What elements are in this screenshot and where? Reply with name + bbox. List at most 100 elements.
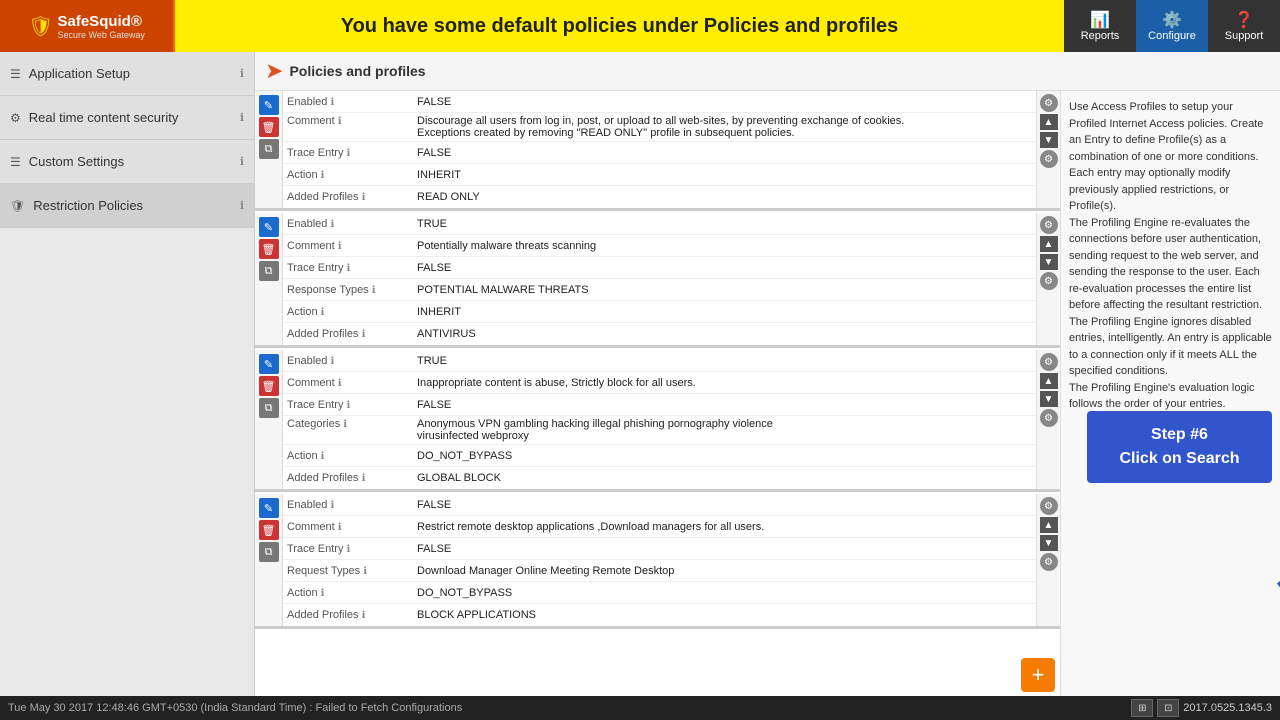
field-value: INHERIT bbox=[417, 169, 461, 181]
nav-support[interactable]: ❓ Support bbox=[1208, 0, 1280, 52]
field-value: Restrict remote desktop applications ,Do… bbox=[417, 521, 764, 533]
sidebar-item-realtime-content[interactable]: ⚙ Real time content security ℹ bbox=[0, 96, 254, 140]
main: ☰ Application Setup ℹ ⚙ Real time conten… bbox=[0, 52, 1280, 696]
field-value: GLOBAL BLOCK bbox=[417, 472, 501, 484]
field-label: Enabled ℹ bbox=[287, 218, 417, 230]
header: 🛡 SafeSquid® Secure Web Gateway You have… bbox=[0, 0, 1280, 52]
field-label: Comment ℹ bbox=[287, 521, 417, 533]
up-btn-3[interactable]: ▲ bbox=[1040, 373, 1058, 389]
field-label: Added Profiles ℹ bbox=[287, 191, 417, 203]
down-btn-3[interactable]: ▼ bbox=[1040, 391, 1058, 407]
policy-row: Added Profiles ℹ GLOBAL BLOCK bbox=[283, 467, 1036, 489]
delete-button-1[interactable]: 🗑 bbox=[259, 117, 279, 137]
configure-icon: ⚙️ bbox=[1162, 10, 1182, 30]
down-btn-2[interactable]: ▼ bbox=[1040, 254, 1058, 270]
policy-row: Request Types ℹ Download Manager Online … bbox=[283, 560, 1036, 582]
policy-4-controls: ⚙ ▲ ▼ ⚙ bbox=[1036, 494, 1060, 626]
field-value: INHERIT bbox=[417, 306, 461, 318]
statusbar: Tue May 30 2017 12:48:46 GMT+0530 (India… bbox=[0, 696, 1280, 720]
policy-1-controls: ⚙ ▲ ▼ ⚙ bbox=[1036, 91, 1060, 208]
realtime-icon: ⚙ bbox=[10, 111, 21, 125]
restriction-policies-icon: 🛡 bbox=[10, 199, 25, 213]
statusbar-message: Tue May 30 2017 12:48:46 GMT+0530 (India… bbox=[8, 702, 462, 714]
field-label: Trace Entry ℹ bbox=[287, 147, 417, 159]
field-label: Action ℹ bbox=[287, 306, 417, 318]
policy-row: Trace Entry ℹ FALSE bbox=[283, 394, 1036, 416]
policy-row: Categories ℹ Anonymous VPN gambling hack… bbox=[283, 416, 1036, 445]
sidebar-item-restriction-policies[interactable]: 🛡 Restriction Policies ℹ bbox=[0, 184, 254, 228]
gear-btn-2b[interactable]: ⚙ bbox=[1040, 272, 1058, 290]
gear-btn-1[interactable]: ⚙ bbox=[1040, 94, 1058, 112]
field-label: Comment ℹ bbox=[287, 240, 417, 252]
sidebar-item-custom-settings[interactable]: ☰ Custom Settings ℹ bbox=[0, 140, 254, 184]
up-btn-1[interactable]: ▲ bbox=[1040, 114, 1058, 130]
gear-btn-3[interactable]: ⚙ bbox=[1040, 353, 1058, 371]
field-value: Discourage all users from log in, post, … bbox=[417, 115, 904, 139]
field-label: Categories ℹ bbox=[287, 418, 417, 430]
support-icon: ❓ bbox=[1234, 10, 1254, 30]
copy-button-1[interactable]: ⧉ bbox=[259, 139, 279, 159]
gear-btn-3b[interactable]: ⚙ bbox=[1040, 409, 1058, 427]
policy-2-actions: ✎ 🗑 ⧉ bbox=[255, 213, 283, 345]
policy-row: Trace Entry ℹ FALSE bbox=[283, 257, 1036, 279]
nav-configure[interactable]: ⚙️ Configure bbox=[1136, 0, 1208, 52]
gear-btn-2[interactable]: ⚙ bbox=[1040, 216, 1058, 234]
down-btn-4[interactable]: ▼ bbox=[1040, 535, 1058, 551]
content-area: ➤ Policies and profiles ✎ 🗑 ⧉ Enabled ℹ bbox=[255, 52, 1280, 696]
gear-btn-4[interactable]: ⚙ bbox=[1040, 497, 1058, 515]
policy-row: Added Profiles ℹ ANTIVIRUS bbox=[283, 323, 1036, 345]
up-btn-4[interactable]: ▲ bbox=[1040, 517, 1058, 533]
delete-button-2[interactable]: 🗑 bbox=[259, 239, 279, 259]
field-value: BLOCK APPLICATIONS bbox=[417, 609, 536, 621]
copy-button-3[interactable]: ⧉ bbox=[259, 398, 279, 418]
logo-name: SafeSquid® bbox=[58, 13, 145, 30]
field-value: Inappropriate content is abuse, Strictly… bbox=[417, 377, 696, 389]
field-value: FALSE bbox=[417, 499, 451, 511]
policies-list: ✎ 🗑 ⧉ Enabled ℹ FALSE Comment ℹ Discoura… bbox=[255, 91, 1060, 696]
statusbar-icon-2[interactable]: ⊡ bbox=[1157, 699, 1179, 717]
policy-row: Enabled ℹ TRUE bbox=[283, 213, 1036, 235]
policy-1-fields: Enabled ℹ FALSE Comment ℹ Discourage all… bbox=[283, 91, 1036, 208]
field-value: ANTIVIRUS bbox=[417, 328, 476, 340]
delete-button-3[interactable]: 🗑 bbox=[259, 376, 279, 396]
policy-row: Response Types ℹ POTENTIAL MALWARE THREA… bbox=[283, 279, 1036, 301]
field-value: Anonymous VPN gambling hacking illegal p… bbox=[417, 418, 773, 442]
field-value: FALSE bbox=[417, 543, 451, 555]
gear-btn-1b[interactable]: ⚙ bbox=[1040, 150, 1058, 168]
statusbar-icon-1[interactable]: ⊞ bbox=[1131, 699, 1153, 717]
field-value: TRUE bbox=[417, 218, 447, 230]
field-label: Response Types ℹ bbox=[287, 284, 417, 296]
field-value: DO_NOT_BYPASS bbox=[417, 450, 512, 462]
policy-2-controls: ⚙ ▲ ▼ ⚙ bbox=[1036, 213, 1060, 345]
logo-subtitle: Secure Web Gateway bbox=[58, 30, 145, 40]
realtime-help-icon: ℹ bbox=[240, 111, 244, 124]
gear-btn-4b[interactable]: ⚙ bbox=[1040, 553, 1058, 571]
edit-button-2[interactable]: ✎ bbox=[259, 217, 279, 237]
custom-settings-help-icon: ℹ bbox=[240, 155, 244, 168]
down-btn-1[interactable]: ▼ bbox=[1040, 132, 1058, 148]
edit-button-3[interactable]: ✎ bbox=[259, 354, 279, 374]
add-policy-button[interactable]: + bbox=[1021, 658, 1055, 692]
sidebar: ☰ Application Setup ℹ ⚙ Real time conten… bbox=[0, 52, 255, 696]
policy-row: Enabled ℹ FALSE bbox=[283, 494, 1036, 516]
nav-reports[interactable]: 📊 Reports bbox=[1064, 0, 1136, 52]
field-value: TRUE bbox=[417, 355, 447, 367]
policy-row: Enabled ℹ TRUE bbox=[283, 350, 1036, 372]
field-value: FALSE bbox=[417, 262, 451, 274]
up-btn-2[interactable]: ▲ bbox=[1040, 236, 1058, 252]
right-panel-text-4: The Profiling Engine's evaluation logic … bbox=[1069, 380, 1272, 413]
delete-button-4[interactable]: 🗑 bbox=[259, 520, 279, 540]
sidebar-label-realtime: Real time content security bbox=[29, 110, 240, 125]
field-value: POTENTIAL MALWARE THREATS bbox=[417, 284, 589, 296]
edit-button-1[interactable]: ✎ bbox=[259, 95, 279, 115]
copy-button-2[interactable]: ⧉ bbox=[259, 261, 279, 281]
sidebar-label-custom-settings: Custom Settings bbox=[29, 154, 240, 169]
sidebar-item-application-setup[interactable]: ☰ Application Setup ℹ bbox=[0, 52, 254, 96]
copy-button-4[interactable]: ⧉ bbox=[259, 542, 279, 562]
edit-button-4[interactable]: ✎ bbox=[259, 498, 279, 518]
field-label: Enabled ℹ bbox=[287, 96, 417, 108]
field-label: Trace Entry ℹ bbox=[287, 543, 417, 555]
field-label: Action ℹ bbox=[287, 169, 417, 181]
custom-settings-icon: ☰ bbox=[10, 155, 21, 169]
field-label: Added Profiles ℹ bbox=[287, 328, 417, 340]
